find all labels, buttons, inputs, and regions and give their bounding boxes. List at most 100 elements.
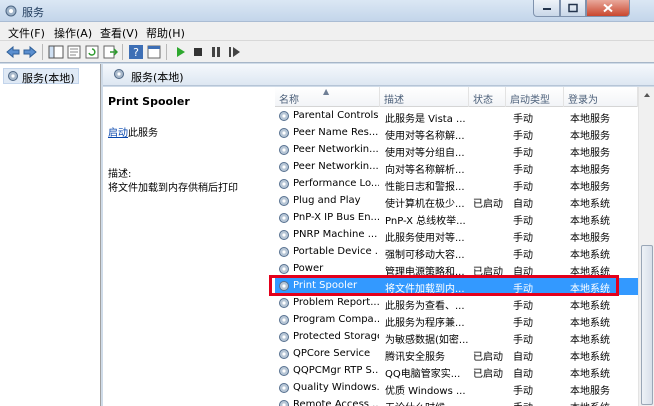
service-row[interactable]: Program Compa... 此服务为程序兼... 手动 本地系统 [275, 312, 638, 329]
cell-name: Program Compa... [293, 314, 379, 325]
column-startup-label: 启动类型 [510, 95, 550, 106]
menu-action[interactable]: 操作(A) [54, 25, 92, 41]
cell-logon: 本地服务 [570, 165, 610, 176]
cell-name: Power [293, 263, 324, 274]
service-gear-icon [279, 213, 289, 223]
cell-desc: 强制可移动大容... [385, 250, 465, 261]
cell-logon: 本地系统 [570, 216, 610, 227]
cell-name: Problem Report... [293, 297, 379, 308]
column-logon-label: 登录为 [568, 95, 598, 106]
cell-desc: 腾讯安全服务 [385, 352, 445, 363]
forward-arrow-icon[interactable] [22, 44, 38, 60]
title-bar: 服务 [0, 0, 654, 22]
maximize-button[interactable] [560, 0, 586, 17]
refresh-icon[interactable] [84, 44, 100, 60]
minimize-button[interactable] [533, 0, 560, 17]
menu-view[interactable]: 查看(V) [100, 25, 138, 41]
service-row[interactable]: PnP-X IP Bus En... PnP-X 总线枚举... 手动 本地系统 [275, 210, 638, 227]
service-gear-icon [279, 179, 289, 189]
service-row[interactable]: QPCore Service 腾讯安全服务 已启动 自动 本地系统 [275, 346, 638, 363]
service-gear-icon [279, 230, 289, 240]
cell-name: Peer Networkin... [293, 161, 379, 172]
cell-name: Peer Networkin... [293, 144, 379, 155]
services-gear-icon [8, 71, 18, 81]
column-status[interactable]: 状态 [469, 87, 506, 107]
service-gear-icon [279, 400, 289, 406]
pane-header: 服务(本地) [103, 64, 654, 86]
cell-desc: 使用对等名称解... [385, 131, 465, 142]
service-row[interactable]: Performance Lo... 性能日志和警报... 手动 本地服务 [275, 176, 638, 193]
export-list-icon[interactable] [102, 44, 118, 60]
cell-logon: 本地系统 [570, 352, 610, 363]
scrollbar-thumb[interactable] [641, 245, 653, 405]
close-button[interactable] [586, 0, 630, 17]
pause-service-icon[interactable] [208, 44, 224, 60]
service-gear-icon [279, 128, 289, 138]
maximize-icon [568, 3, 578, 13]
cell-logon: 本地系统 [570, 250, 610, 261]
scroll-up-icon[interactable] [639, 87, 654, 103]
tree-item-label: 服务(本地) [22, 72, 75, 85]
service-row[interactable]: Portable Device ... 强制可移动大容... 手动 本地系统 [275, 244, 638, 261]
cell-status: 已启动 [473, 199, 503, 210]
cell-startup: 手动 [513, 131, 533, 142]
cell-logon: 本地系统 [570, 301, 610, 312]
menu-help[interactable]: 帮助(H) [146, 25, 185, 41]
column-header-row: 名称 ▲ 描述 状态 启动类型 登录为 [275, 87, 638, 107]
column-logon-as[interactable]: 登录为 [564, 87, 638, 107]
cell-logon: 本地服务 [570, 233, 610, 244]
cell-startup: 手动 [513, 399, 563, 406]
cell-logon: 本地服务 [570, 114, 610, 125]
menu-bar: 文件(F) 操作(A) 查看(V) 帮助(H) [0, 22, 654, 41]
column-startup-type[interactable]: 启动类型 [506, 87, 564, 107]
cell-name: PnP-X IP Bus En... [293, 212, 379, 223]
service-gear-icon [279, 264, 289, 274]
cell-name: QPCore Service [293, 348, 371, 359]
service-gear-icon [279, 315, 289, 325]
vertical-scrollbar[interactable] [638, 87, 654, 406]
service-gear-icon [279, 145, 289, 155]
cell-name: Quality Windows... [293, 382, 379, 393]
service-row[interactable]: Peer Name Res... 使用对等名称解... 手动 本地服务 [275, 125, 638, 142]
minimize-icon [542, 8, 551, 10]
console-tree: 服务(本地) [0, 64, 101, 406]
properties-icon[interactable] [66, 44, 82, 60]
service-action-line: 启动此服务 [108, 124, 158, 139]
cell-logon: 本地服务 [570, 131, 610, 142]
service-detail-panel: Print Spooler 启动此服务 描述: 将文件加载到内存供稍后打印 [103, 87, 275, 406]
service-gear-icon [279, 366, 289, 376]
service-row[interactable]: Plug and Play 使计算机在极少... 已启动 自动 本地系统 [275, 193, 638, 210]
selected-service-name: Print Spooler [108, 95, 190, 108]
menu-file[interactable]: 文件(F) [8, 25, 45, 41]
start-service-link[interactable]: 启动 [108, 128, 128, 139]
cell-desc: 向对等名称解析... [385, 165, 465, 176]
help-icon[interactable]: ? [128, 44, 144, 60]
service-row[interactable]: Parental Controls 此服务是 Vista ... 手动 本地服务 [275, 108, 638, 125]
cell-startup: 自动 [513, 352, 533, 363]
sort-ascending-icon: ▲ [323, 87, 330, 96]
service-row[interactable]: Quality Windows... 优质 Windows ... 手动 本地服务 [275, 380, 638, 397]
restart-service-icon[interactable] [226, 44, 242, 60]
cell-startup: 手动 [513, 250, 533, 261]
service-row[interactable]: Protected Storage 为敏感数据(如密... 手动 本地系统 [275, 329, 638, 346]
back-arrow-icon[interactable] [5, 44, 21, 60]
mmc-window-icon[interactable] [146, 44, 162, 60]
service-row[interactable]: PNRP Machine ... 此服务使用对等... 手动 本地服务 [275, 227, 638, 244]
cell-name: Protected Storage [293, 331, 379, 342]
cell-status: 已启动 [473, 369, 503, 380]
tree-item-services-local[interactable]: 服务(本地) [3, 68, 79, 85]
show-hide-tree-icon[interactable] [48, 44, 64, 60]
cell-desc: 使用对等分组自... [385, 148, 465, 159]
column-description[interactable]: 描述 [380, 87, 469, 107]
cell-logon: 本地系统 [570, 335, 610, 346]
service-row[interactable]: Peer Networkin... 使用对等分组自... 手动 本地服务 [275, 142, 638, 159]
service-row[interactable]: Remote Access ... 无论什么时候... 手动本地系统 [275, 397, 638, 406]
service-row[interactable]: Problem Report... 此服务为查看、... 手动 本地系统 [275, 295, 638, 312]
start-service-icon[interactable] [172, 44, 188, 60]
stop-service-icon[interactable] [190, 44, 206, 60]
service-row[interactable]: QQPCMgr RTP S... QQ电脑管家实... 已启动 自动 本地系统 [275, 363, 638, 380]
cell-desc: 此服务是 Vista ... [385, 114, 466, 125]
service-row[interactable]: Peer Networkin... 向对等名称解析... 手动 本地服务 [275, 159, 638, 176]
cell-desc: 无论什么时候... [385, 399, 471, 406]
description-text: 将文件加载到内存供稍后打印 [108, 183, 238, 194]
